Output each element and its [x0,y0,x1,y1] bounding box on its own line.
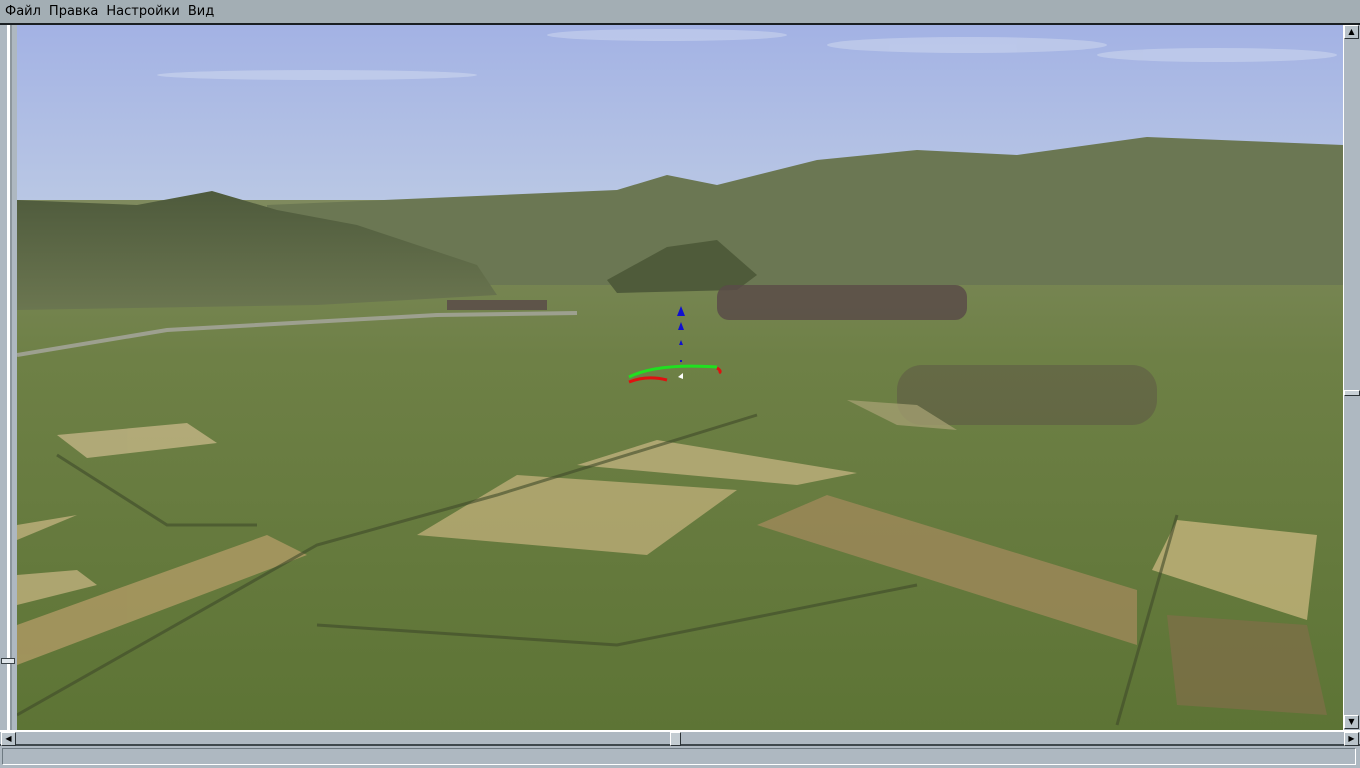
horizontal-scrollbar[interactable]: ◀ ▶ [0,730,1360,746]
scroll-right-button[interactable]: ▶ [1344,732,1359,746]
terrain-scene [17,25,1343,730]
scroll-down-button[interactable]: ▼ [1344,715,1359,729]
vertical-scrollbar[interactable]: ▲ ▼ [1343,25,1360,730]
menu-edit[interactable]: Правка [44,0,101,23]
left-slider-track [7,25,12,730]
menu-file[interactable]: Файл [0,0,44,23]
left-slider[interactable] [0,25,17,730]
horizontal-scroll-thumb[interactable] [670,732,681,746]
3d-viewport[interactable] [17,25,1343,730]
vertical-scroll-thumb[interactable] [1344,390,1360,396]
left-slider-thumb[interactable] [1,658,15,664]
scroll-up-button[interactable]: ▲ [1344,25,1359,39]
menu-view[interactable]: Вид [183,0,217,23]
scroll-left-button[interactable]: ◀ [1,732,16,746]
menu-settings[interactable]: Настройки [101,0,182,23]
menu-bar: Файл Правка Настройки Вид [0,0,1360,25]
status-text [2,748,1356,765]
status-bar [0,746,1360,768]
